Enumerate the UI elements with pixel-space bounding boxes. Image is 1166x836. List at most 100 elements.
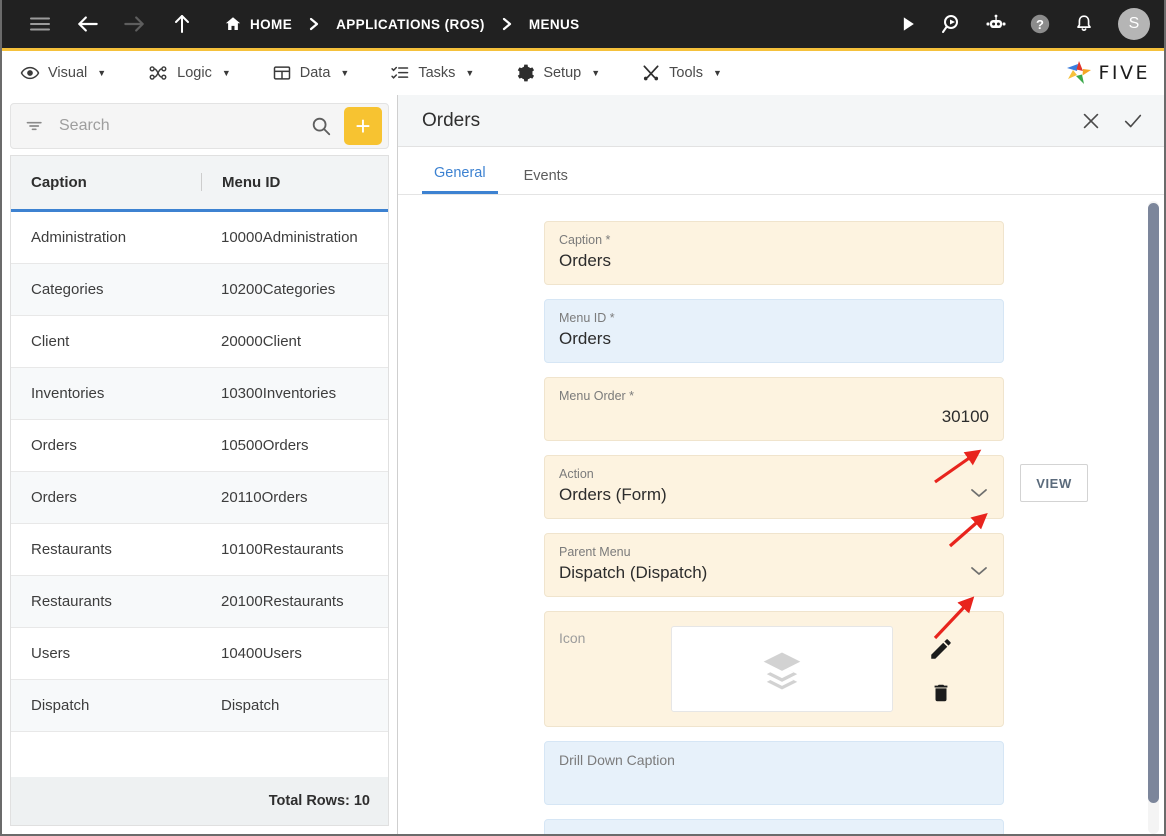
chevron-down-icon[interactable] (969, 486, 989, 504)
menu-item-tools[interactable]: Tools ▼ (641, 63, 735, 83)
cell-menu-id: 20000Client (221, 332, 302, 350)
search-bar[interactable]: + (10, 103, 389, 149)
breadcrumb-separator-2 (491, 16, 523, 32)
chevron-down-icon: ▼ (465, 68, 475, 78)
robot-icon[interactable] (976, 4, 1016, 44)
table-row[interactable]: Categories 10200Categories (11, 263, 388, 316)
table-icon (272, 63, 292, 83)
table-row-empty (11, 731, 388, 777)
avatar[interactable]: S (1118, 8, 1150, 40)
chevron-down-icon: ▼ (591, 68, 601, 78)
table-row[interactable]: Client 20000Client (11, 315, 388, 368)
table-row[interactable]: Inventories 10300Inventories (11, 367, 388, 420)
total-rows-label: Total Rows: 10 (268, 793, 370, 809)
cell-caption: Categories (31, 280, 104, 298)
table-row[interactable]: Dispatch Dispatch (11, 679, 388, 732)
menu-id-field[interactable]: Menu ID * Orders (544, 299, 1004, 363)
check-icon[interactable] (1122, 110, 1144, 132)
detail-header: Orders (398, 95, 1164, 147)
search-input[interactable] (59, 116, 310, 135)
tools-icon (641, 63, 661, 83)
menu-order-field[interactable]: Menu Order * 30100 (544, 377, 1004, 441)
form-scrollbar-thumb[interactable] (1148, 203, 1159, 803)
grid-body: Administration 10000Administration Categ… (11, 211, 388, 777)
field-row-drill-down-caption: Drill Down Caption (544, 741, 1004, 805)
cell-menu-id: 10400Users (221, 644, 302, 662)
icon-field-actions (893, 626, 989, 712)
caption-field[interactable]: Caption * Orders (544, 221, 1004, 285)
avatar-initial: S (1128, 15, 1140, 32)
search-chat-icon[interactable] (932, 4, 972, 44)
trash-icon[interactable] (930, 682, 952, 704)
search-icon[interactable] (310, 115, 332, 137)
parent-menu-field-value: Dispatch (Dispatch) (559, 563, 708, 582)
forward-arrow-icon[interactable] (114, 4, 154, 44)
caption-field-value: Orders (559, 251, 611, 270)
gear-icon (515, 63, 535, 83)
menu-item-logic[interactable]: Logic ▼ (147, 63, 244, 83)
back-arrow-icon[interactable] (68, 4, 108, 44)
table-row[interactable]: Orders 20110Orders (11, 471, 388, 524)
icon-field: Icon (544, 611, 1004, 727)
tab-general[interactable]: General (422, 165, 498, 194)
up-arrow-icon[interactable] (162, 4, 202, 44)
cell-caption: Users (31, 644, 71, 662)
menu-item-data[interactable]: Data ▼ (272, 63, 363, 83)
bell-icon[interactable] (1064, 4, 1104, 44)
table-row[interactable]: Administration 10000Administration (11, 211, 388, 264)
breadcrumb-applications[interactable]: APPLICATIONS (ROS) (330, 17, 491, 32)
eye-icon (20, 63, 40, 83)
field-row-parent-menu: Parent Menu Dispatch (Dispatch) (544, 533, 1004, 597)
brand-name: FIVE (1098, 62, 1150, 84)
chevron-down-icon: ▼ (713, 68, 722, 78)
column-header-caption[interactable]: Caption (11, 174, 201, 191)
action-field-value: Orders (Form) (559, 485, 667, 504)
menu-item-setup[interactable]: Setup ▼ (515, 63, 613, 83)
breadcrumb-menus-label: MENUS (528, 16, 580, 32)
cell-caption: Orders (31, 488, 77, 506)
detail-header-actions (1080, 110, 1144, 132)
drill-down-caption-field[interactable]: Drill Down Caption (544, 741, 1004, 805)
breadcrumb-menus[interactable]: MENUS (523, 17, 586, 32)
pencil-icon[interactable] (928, 636, 954, 662)
table-row[interactable]: Restaurants 10100Restaurants (11, 523, 388, 576)
table-row[interactable]: Orders 10500Orders (11, 419, 388, 472)
play-icon[interactable] (888, 4, 928, 44)
filter-icon[interactable] (25, 116, 45, 136)
column-header-menu-id[interactable]: Menu ID (201, 173, 388, 192)
detail-form: Caption * Orders Menu ID * Orders Menu O… (398, 195, 1164, 834)
form-scrollbar-track[interactable] (1148, 201, 1159, 834)
close-icon[interactable] (1080, 110, 1102, 132)
cell-menu-id: 10000Administration (221, 228, 358, 246)
cell-caption: Restaurants (31, 592, 112, 610)
chevron-down-icon: ▼ (340, 68, 350, 78)
cell-menu-id: 20100Restaurants (221, 592, 344, 610)
table-row[interactable]: Users 10400Users (11, 627, 388, 680)
help-icon[interactable]: ? (1020, 4, 1060, 44)
tab-events[interactable]: Events (512, 168, 580, 194)
table-row[interactable]: Restaurants 20100Restaurants (11, 575, 388, 628)
chevron-down-icon[interactable] (969, 564, 989, 582)
drill-down-icon-field: Drill Down Icon (544, 819, 1004, 834)
action-field[interactable]: Action Orders (Form) (544, 455, 1004, 519)
menus-list-panel: + Caption Menu ID Administration 10000Ad… (2, 95, 398, 834)
menu-detail-panel: Orders General Events Caption * Orders M… (398, 95, 1164, 834)
menu-order-field-value: 30100 (941, 407, 989, 426)
layers-icon (760, 647, 804, 691)
parent-menu-field[interactable]: Parent Menu Dispatch (Dispatch) (544, 533, 1004, 597)
menu-item-visual[interactable]: Visual ▼ (20, 63, 119, 83)
icon-preview[interactable] (671, 626, 893, 712)
add-record-button[interactable]: + (344, 106, 382, 145)
drill-down-caption-value (559, 768, 989, 794)
view-button[interactable]: VIEW (1020, 464, 1088, 502)
cell-caption: Orders (31, 436, 77, 454)
menu-item-data-label: Data (299, 65, 331, 81)
menu-item-tasks[interactable]: Tasks ▼ (390, 63, 487, 83)
field-row-menu-order: Menu Order * 30100 (544, 377, 1004, 441)
breadcrumb-separator-1 (298, 16, 330, 32)
breadcrumb-home[interactable]: HOME (218, 15, 298, 33)
menus-grid: Caption Menu ID Administration 10000Admi… (10, 154, 389, 826)
main-menu-bar: Visual ▼ Logic ▼ Data ▼ Tasks ▼ Setup ▼ … (2, 51, 1164, 95)
detail-tabs: General Events (398, 147, 1164, 195)
hamburger-icon[interactable] (20, 4, 60, 44)
